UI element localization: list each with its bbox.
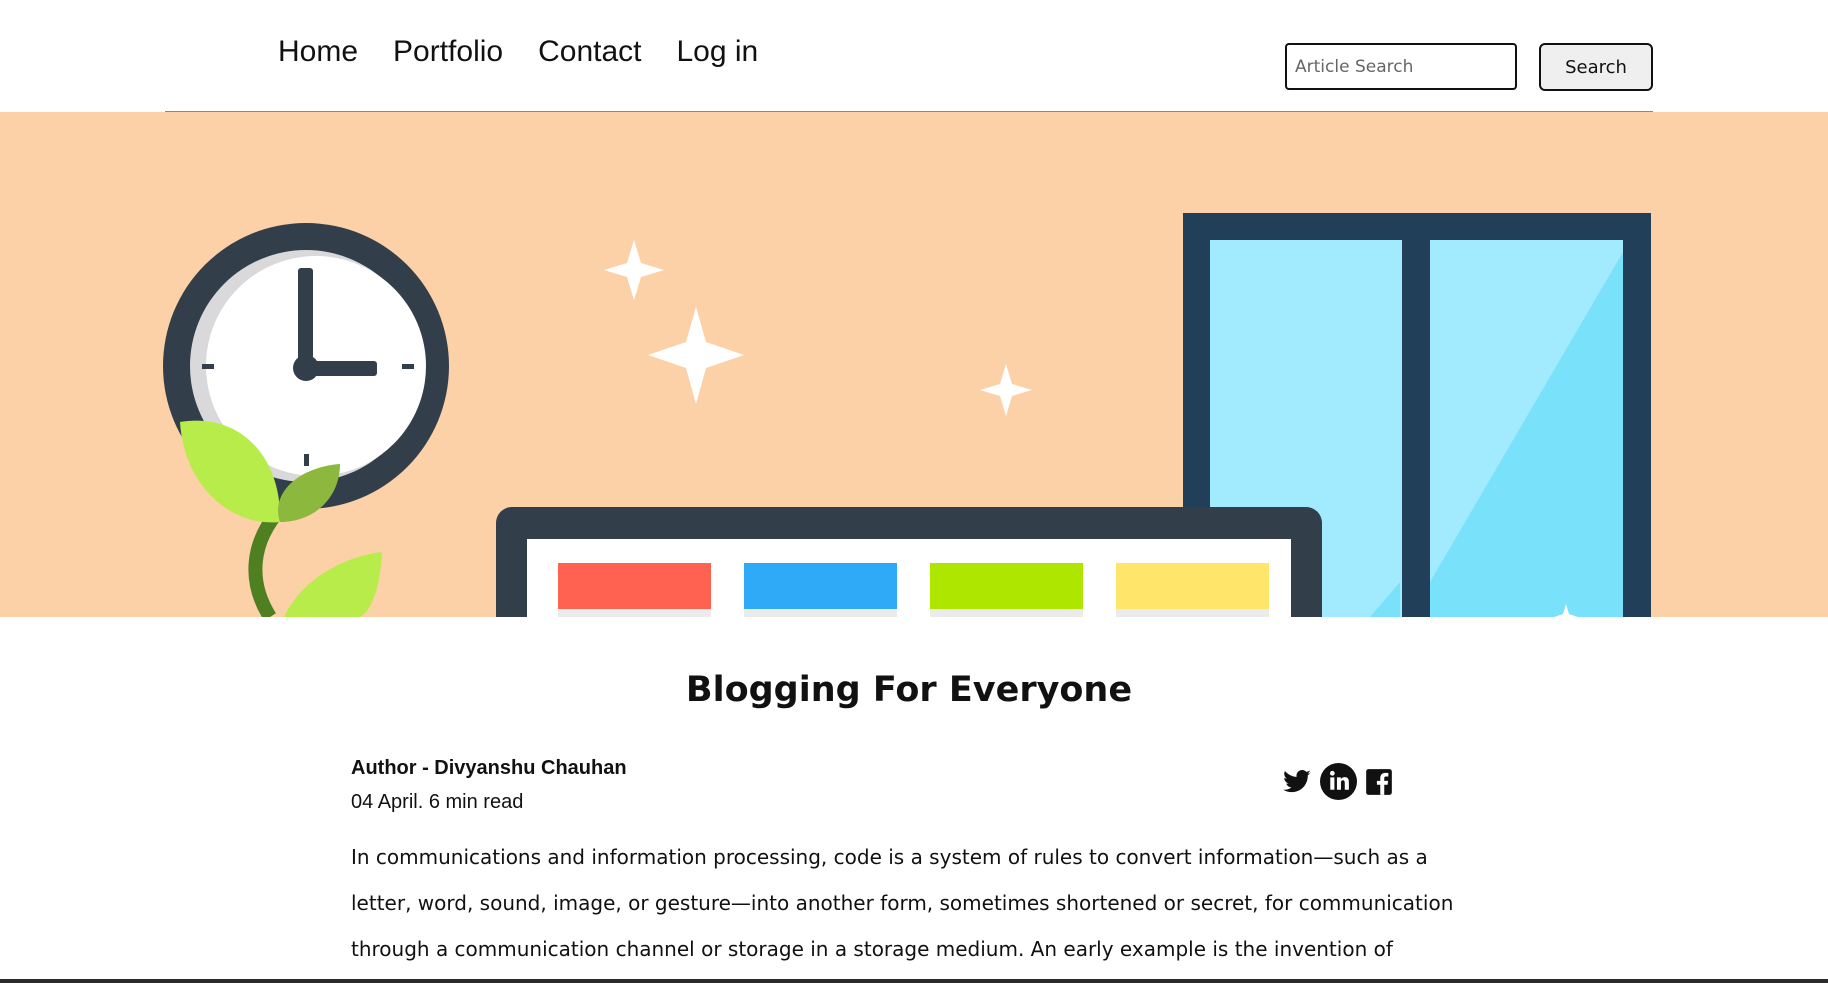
article-title: Blogging For Everyone [685,670,1133,710]
blog-page: Home Portfolio Contact Log in Search [0,0,1828,983]
social-share [1282,763,1401,804]
nav-link-portfolio[interactable]: Portfolio [393,32,503,72]
nav-link-home[interactable]: Home [278,32,358,72]
search-button[interactable]: Search [1539,43,1653,91]
article-search-input[interactable] [1285,43,1517,90]
sparkle-icon [604,240,1032,416]
nav-links: Home Portfolio Contact Log in [278,32,793,72]
article-meta: 04 April. 6 min read [351,791,524,813]
hero-illustration [163,213,1651,617]
top-nav: Home Portfolio Contact Log in Search [0,0,1828,112]
nav-link-login[interactable]: Log in [676,32,758,72]
linkedin-icon[interactable] [1320,763,1357,804]
bottom-edge-bar [0,979,1828,983]
nav-link-contact[interactable]: Contact [538,32,641,72]
facebook-icon[interactable] [1365,768,1393,800]
article-body: In communications and information proces… [351,845,1454,961]
laptop-icon [496,507,1322,617]
article-author: Author - Divyanshu Chauhan [351,757,627,779]
hero-banner [0,112,1828,617]
twitter-icon[interactable] [1282,767,1312,801]
